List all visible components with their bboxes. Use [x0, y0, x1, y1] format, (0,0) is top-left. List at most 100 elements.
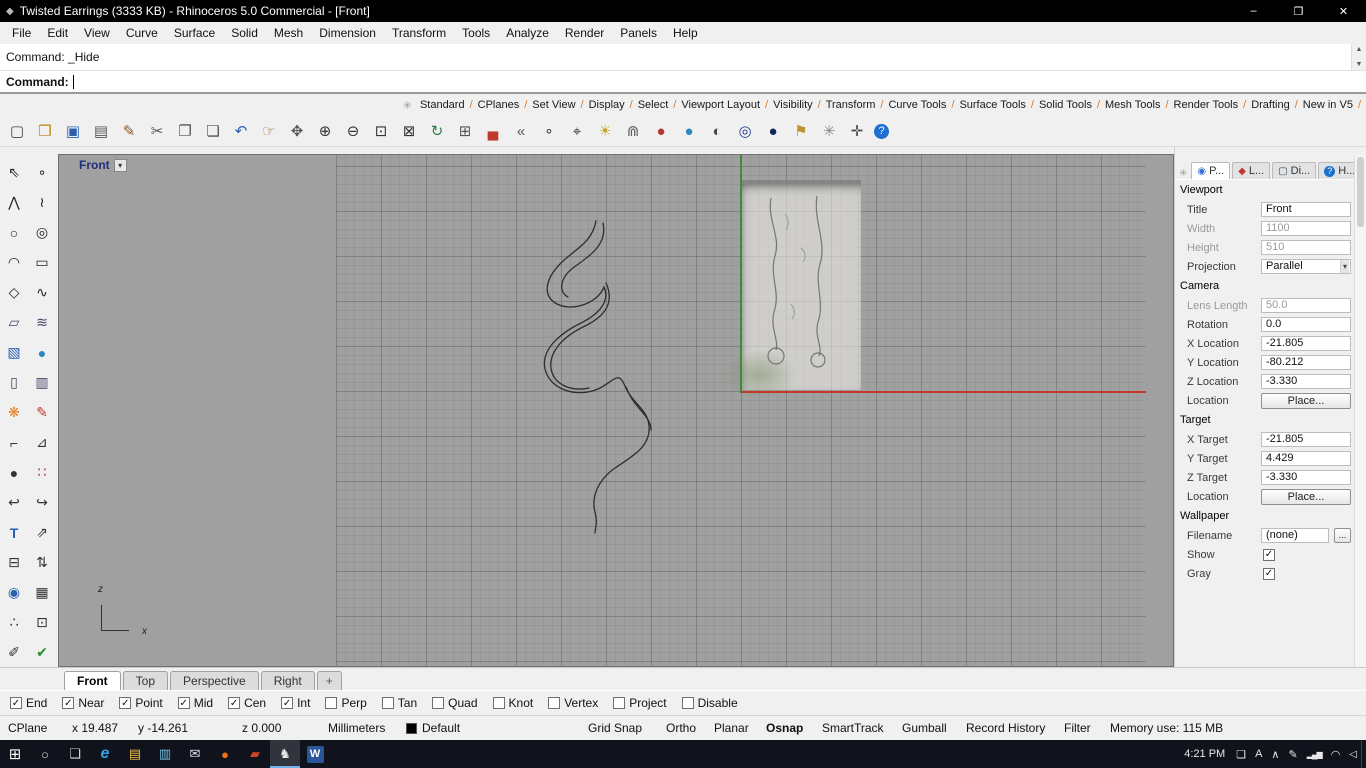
menu-item[interactable]: Edit	[39, 26, 76, 40]
menu-item[interactable]: File	[4, 26, 39, 40]
render-earth-icon[interactable]: ●	[678, 120, 700, 142]
select-arrow-icon[interactable]: ⇖	[2, 161, 26, 184]
taskbar-button[interactable]: ♞	[270, 740, 300, 768]
projection-dropdown[interactable]: Parallel ▾	[1261, 259, 1351, 274]
close-button[interactable]: ✕	[1321, 0, 1366, 22]
single-point-icon[interactable]: ∘	[30, 161, 54, 184]
command-input[interactable]: Command:	[0, 71, 1366, 94]
curve-hook-alt-icon[interactable]: ↪	[30, 491, 54, 514]
loft-icon[interactable]: ≋	[30, 311, 54, 334]
checkbox[interactable]: ✓	[681, 697, 694, 709]
tab-layers[interactable]: ◆ L...	[1232, 162, 1271, 179]
viewport-tab-right[interactable]: Right	[260, 671, 315, 690]
osnap-perp-checkbox[interactable]: ✓ Perp	[323, 696, 367, 710]
action-center-icon[interactable]: ❏	[1236, 748, 1246, 761]
check-icon[interactable]: ✔	[30, 641, 54, 664]
panel-scroll-thumb[interactable]	[1357, 157, 1364, 227]
sphere-icon[interactable]: ●	[30, 341, 54, 364]
menu-item[interactable]: View	[76, 26, 118, 40]
taskbar-button[interactable]: ⊞	[0, 740, 30, 768]
toolbar-tab[interactable]: Solid Tools	[1039, 99, 1105, 111]
y-target-field[interactable]: 4.429	[1261, 451, 1351, 466]
planar-toggle[interactable]: Planar	[714, 721, 766, 735]
osnap-toggle[interactable]: Osnap	[766, 721, 822, 735]
wallpaper-show-checkbox[interactable]: ✓	[1263, 548, 1275, 561]
rotate-view-icon[interactable]: ↻	[426, 120, 448, 142]
viewport-title-text[interactable]: Front	[79, 158, 110, 172]
menu-item[interactable]: Solid	[223, 26, 266, 40]
toolbar-tab[interactable]: Render Tools	[1174, 99, 1252, 111]
wallpaper-filename-field[interactable]: (none)	[1261, 528, 1329, 543]
osnap-int-checkbox[interactable]: ✓ Int	[279, 696, 310, 710]
toolbar-tab[interactable]: Surface Tools	[959, 99, 1039, 111]
viewport-layout-icon[interactable]: ⊞	[454, 120, 476, 142]
front-viewport-canvas[interactable]: Front ▾ z x	[58, 154, 1174, 667]
menu-item[interactable]: Analyze	[498, 26, 557, 40]
panel-scrollbar[interactable]	[1354, 155, 1366, 667]
open-file-icon[interactable]: ❒	[34, 120, 56, 142]
x-target-field[interactable]: -21.805	[1261, 432, 1351, 447]
boolean-sphere-icon[interactable]: ●	[2, 461, 26, 484]
network-icon[interactable]: ▂▄▆	[1307, 750, 1323, 759]
toolbar-tab[interactable]: Transform	[826, 99, 889, 111]
osnap-disable-checkbox[interactable]: ✓ Disable	[680, 696, 738, 710]
viewport-title-label[interactable]: Front ▾	[79, 158, 127, 172]
viewport-tab-top[interactable]: Top	[122, 671, 169, 690]
ime-indicator[interactable]: A	[1255, 748, 1262, 760]
polyline-icon[interactable]: ⋀	[2, 191, 26, 214]
freeform-curve-icon[interactable]: ∿	[30, 281, 54, 304]
object-snap-icon[interactable]: ⌖	[566, 120, 588, 142]
gears-icon[interactable]: ✳	[818, 120, 840, 142]
copy-icon[interactable]: ❐	[174, 120, 196, 142]
target-place-button[interactable]: Place...	[1261, 488, 1351, 505]
cplane-axis-icon[interactable]: ✛	[846, 120, 868, 142]
drafting-icon[interactable]: ✐	[2, 641, 26, 664]
toolbar-tab[interactable]: Drafting	[1251, 99, 1303, 111]
annotate-icon[interactable]: ✎	[118, 120, 140, 142]
command-history[interactable]: Command: _Hide ▲ ▼	[0, 44, 1366, 71]
checkbox[interactable]: ✓	[492, 697, 505, 709]
x-coordinate[interactable]: x 19.487	[72, 721, 138, 735]
osnap-near-checkbox[interactable]: ✓ Near	[60, 696, 104, 710]
camera-place-button[interactable]: Place...	[1261, 392, 1351, 409]
osnap-quad-checkbox[interactable]: ✓ Quad	[430, 696, 478, 710]
checkbox[interactable]: ✓	[432, 697, 445, 709]
osnap-project-checkbox[interactable]: ✓ Project	[611, 696, 667, 710]
toolbar-tab[interactable]: Display	[589, 99, 638, 111]
toolbar-tab[interactable]: Set View	[532, 99, 588, 111]
viewport-tab-perspective[interactable]: Perspective	[170, 671, 259, 690]
polygon-icon[interactable]: ◇	[2, 281, 26, 304]
save-icon[interactable]: ▣	[62, 120, 84, 142]
checkbox[interactable]: ✓	[548, 697, 561, 709]
tray-expand-icon[interactable]: ∧	[1271, 748, 1279, 761]
arc-icon[interactable]: ◠	[2, 251, 26, 274]
osnap-tan-checkbox[interactable]: ✓ Tan	[380, 696, 417, 710]
toolbar-tab[interactable]: Mesh Tools	[1105, 99, 1174, 111]
toolbar-tab[interactable]: CPlanes	[478, 99, 533, 111]
show-desktop-button[interactable]	[1361, 740, 1366, 768]
checkbox[interactable]: ✓	[228, 697, 241, 709]
zoom-extents-icon[interactable]: ⊠	[398, 120, 420, 142]
taskbar-button[interactable]: W	[300, 740, 330, 768]
menu-item[interactable]: Curve	[118, 26, 166, 40]
menu-item[interactable]: Surface	[166, 26, 223, 40]
viewport-title-field[interactable]: Front	[1261, 202, 1351, 217]
taskbar-button[interactable]: ▤	[120, 740, 150, 768]
sketch-pencil-icon[interactable]: ✎	[30, 401, 54, 424]
surface-icon[interactable]: ▱	[2, 311, 26, 334]
undo-icon[interactable]: ↶	[230, 120, 252, 142]
circle-icon[interactable]: ○	[2, 221, 26, 244]
toolbar-tab[interactable]: Standard	[420, 99, 478, 111]
osnap-point-checkbox[interactable]: ✓ Point	[117, 696, 163, 710]
menu-item[interactable]: Tools	[454, 26, 498, 40]
units-pane[interactable]: Millimeters	[328, 721, 406, 735]
z-target-field[interactable]: -3.330	[1261, 470, 1351, 485]
menu-item[interactable]: Panels	[612, 26, 665, 40]
print-icon[interactable]: ▤	[90, 120, 112, 142]
checkbox[interactable]: ✓	[177, 697, 190, 709]
viewport-width-field[interactable]: 1100	[1261, 221, 1351, 236]
taskbar-button[interactable]: ○	[30, 740, 60, 768]
curve-hook-icon[interactable]: ↩	[2, 491, 26, 514]
dots-icon[interactable]: ∴	[2, 611, 26, 634]
menu-item[interactable]: Dimension	[311, 26, 384, 40]
